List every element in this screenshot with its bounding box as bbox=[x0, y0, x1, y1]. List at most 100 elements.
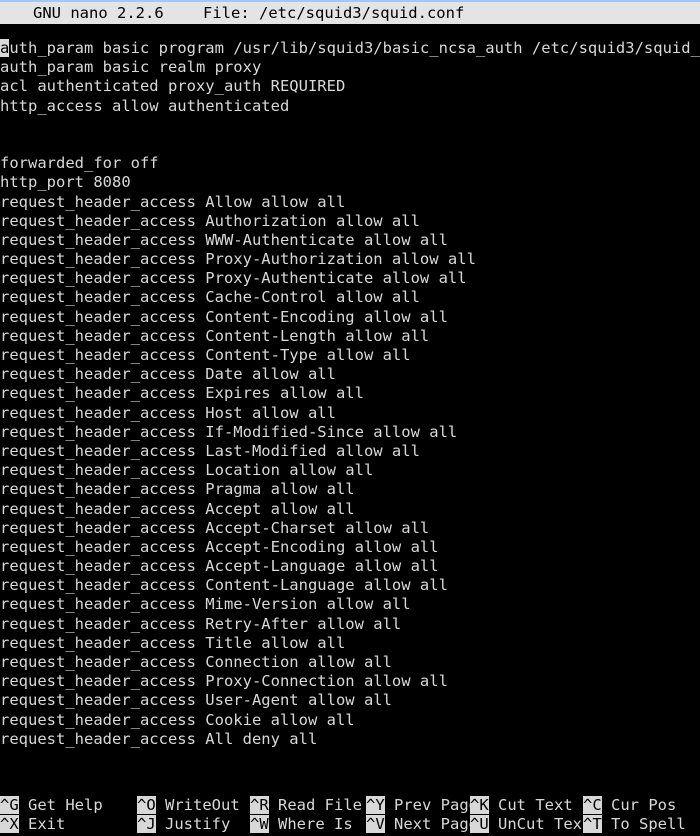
shortcut-key: ^O bbox=[137, 795, 156, 814]
editor-line[interactable]: request_header_access Cache-Control allo… bbox=[0, 288, 700, 307]
editor-line-text: request_header_access User-Agent allow a… bbox=[0, 691, 392, 710]
shortcut-uncut-text[interactable]: ^U UnCut Text bbox=[470, 814, 591, 834]
editor-line[interactable]: request_header_access Proxy-Authorizatio… bbox=[0, 250, 700, 269]
editor-line-text: request_header_access Content-Language a… bbox=[0, 576, 448, 595]
editor-line-text: request_header_access Authorization allo… bbox=[0, 211, 420, 230]
editor-line-text: request_header_access Host allow all bbox=[0, 403, 336, 422]
editor-line[interactable]: auth_param basic program /usr/lib/squid3… bbox=[0, 39, 700, 58]
editor-line-text bbox=[0, 135, 9, 153]
editor-line-text: request_header_access Content-Length all… bbox=[0, 326, 430, 345]
editor-line-text: http_port 8080 bbox=[0, 173, 131, 192]
editor-line-text: request_header_access Proxy-Authorizatio… bbox=[0, 250, 476, 269]
titlebar: GNU nano 2.2.6 File: /etc/squid3/squid.c… bbox=[0, 0, 700, 24]
editor-line-text: acl authenticated proxy_auth REQUIRED bbox=[0, 77, 346, 96]
shortcut-key: ^U bbox=[470, 814, 489, 833]
editor-line[interactable]: request_header_access Connection allow a… bbox=[0, 653, 700, 672]
editor-line-text: request_header_access All deny all bbox=[0, 729, 318, 748]
editor-line[interactable]: request_header_access Content-Encoding a… bbox=[0, 308, 700, 327]
shortcut-key: ^Y bbox=[366, 795, 385, 814]
editor-line-text: request_header_access WWW-Authenticate a… bbox=[0, 230, 448, 249]
shortcut-read-file[interactable]: ^R Read File bbox=[250, 795, 362, 815]
editor-line-text: request_header_access Cookie allow all bbox=[0, 710, 355, 729]
shortcut-next-page[interactable]: ^V Next Page bbox=[366, 814, 478, 834]
editor-line[interactable]: http_port 8080 bbox=[0, 173, 700, 192]
editor-line-text bbox=[0, 116, 9, 134]
editor-line[interactable]: request_header_access Pragma allow all bbox=[0, 480, 700, 499]
shortcut-prev-page[interactable]: ^Y Prev Page bbox=[366, 795, 478, 815]
editor-line[interactable]: request_header_access Accept allow all bbox=[0, 500, 700, 519]
editor-line[interactable]: request_header_access If-Modified-Since … bbox=[0, 423, 700, 442]
editor-line-text: request_header_access Date allow all bbox=[0, 365, 336, 384]
editor-line[interactable]: request_header_access Content-Length all… bbox=[0, 327, 700, 346]
shortcut-key: ^W bbox=[250, 814, 269, 833]
shortcut-key: ^K bbox=[470, 795, 489, 814]
shortcut-to-spell[interactable]: ^T To Spell bbox=[583, 814, 686, 834]
editor-line[interactable]: request_header_access Accept-Language al… bbox=[0, 557, 700, 576]
editor-line[interactable]: forwarded_for off bbox=[0, 154, 700, 173]
editor-line[interactable]: request_header_access Title allow all bbox=[0, 634, 700, 653]
editor-line[interactable]: request_header_access Last-Modified allo… bbox=[0, 442, 700, 461]
editor-line[interactable]: request_header_access WWW-Authenticate a… bbox=[0, 231, 700, 250]
editor-text-area[interactable]: auth_param basic program /usr/lib/squid3… bbox=[0, 24, 700, 796]
shortcut-key: ^R bbox=[250, 795, 269, 814]
shortcut-label: Read File bbox=[268, 795, 362, 814]
editor-line[interactable]: request_header_access Content-Type allow… bbox=[0, 346, 700, 365]
editor-line[interactable]: request_header_access Authorization allo… bbox=[0, 212, 700, 231]
editor-line-text: request_header_access Accept allow all bbox=[0, 499, 355, 518]
shortcut-label: Justify bbox=[155, 814, 231, 833]
shortcut-justify[interactable]: ^J Justify bbox=[137, 814, 231, 834]
editor-line[interactable]: request_header_access All deny all bbox=[0, 730, 700, 749]
editor-line[interactable]: request_header_access Allow allow all bbox=[0, 193, 700, 212]
editor-line[interactable]: request_header_access Cookie allow all bbox=[0, 711, 700, 730]
shortcut-label: Next Page bbox=[384, 814, 478, 833]
editor-line[interactable]: request_header_access Proxy-Authenticate… bbox=[0, 269, 700, 288]
editor-line[interactable]: acl authenticated proxy_auth REQUIRED bbox=[0, 77, 700, 96]
editor-line[interactable]: request_header_access Expires allow all bbox=[0, 384, 700, 403]
shortcut-cur-pos[interactable]: ^C Cur Pos bbox=[583, 795, 677, 815]
editor-line[interactable]: request_header_access Host allow all bbox=[0, 404, 700, 423]
editor-line[interactable]: request_header_access Proxy-Connection a… bbox=[0, 672, 700, 691]
editor-line-text: request_header_access Content-Encoding a… bbox=[0, 307, 448, 326]
shortcut-key: ^C bbox=[583, 795, 602, 814]
nano-editor-window: GNU nano 2.2.6 File: /etc/squid3/squid.c… bbox=[0, 0, 700, 836]
editor-line-text: forwarded_for off bbox=[0, 154, 159, 173]
shortcut-row-2: ^X Exit ^J Justify ^W Where Is ^V Next Page… bbox=[0, 814, 700, 834]
shortcut-label: WriteOut bbox=[155, 795, 240, 814]
shortcut-label: Cur Pos bbox=[601, 795, 677, 814]
shortcut-get-help[interactable]: ^G Get Help bbox=[0, 795, 103, 815]
shortcut-key: ^V bbox=[366, 814, 385, 833]
editor-line[interactable]: request_header_access Location allow all bbox=[0, 461, 700, 480]
editor-line-text: request_header_access Cache-Control allo… bbox=[0, 288, 420, 307]
editor-line-text: request_header_access Connection allow a… bbox=[0, 653, 392, 671]
editor-line-text: request_header_access Expires allow all bbox=[0, 384, 364, 403]
editor-line-text: request_header_access Proxy-Authenticate… bbox=[0, 269, 467, 288]
shortcut-key: ^J bbox=[137, 814, 156, 833]
editor-line[interactable]: request_header_access Mime-Version allow… bbox=[0, 595, 700, 614]
editor-line[interactable] bbox=[0, 116, 700, 135]
editor-line[interactable]: auth_param basic realm proxy bbox=[0, 58, 700, 77]
editor-line[interactable]: request_header_access User-Agent allow a… bbox=[0, 691, 700, 710]
editor-line-text: uth_param basic program /usr/lib/squid3/… bbox=[9, 39, 700, 57]
editor-line[interactable]: request_header_access Accept-Encoding al… bbox=[0, 538, 700, 557]
editor-line[interactable]: request_header_access Retry-After allow … bbox=[0, 615, 700, 634]
shortcut-exit[interactable]: ^X Exit bbox=[0, 814, 65, 834]
editor-line[interactable]: http_access allow authenticated bbox=[0, 97, 700, 116]
editor-line[interactable]: request_header_access Accept-Charset all… bbox=[0, 519, 700, 538]
shortcut-label: Cut Text bbox=[488, 795, 573, 814]
editor-line-text: http_access allow authenticated bbox=[0, 96, 290, 115]
shortcut-key: ^T bbox=[583, 814, 602, 833]
shortcut-writeout[interactable]: ^O WriteOut bbox=[137, 795, 240, 815]
file-path-label: File: /etc/squid3/squid.conf bbox=[203, 4, 465, 22]
editor-line-text: auth_param basic realm proxy bbox=[0, 58, 262, 77]
editor-line[interactable]: request_header_access Date allow all bbox=[0, 365, 700, 384]
editor-line-text: request_header_access Retry-After allow … bbox=[0, 614, 402, 633]
editor-line-text: request_header_access Proxy-Connection a… bbox=[0, 672, 448, 691]
editor-line[interactable] bbox=[0, 135, 700, 154]
shortcut-row-1: ^G Get Help ^O WriteOut ^R Read File ^Y Pre… bbox=[0, 795, 700, 815]
shortcut-cut-text[interactable]: ^K Cut Text bbox=[470, 795, 573, 815]
shortcut-where-is[interactable]: ^W Where Is bbox=[250, 814, 353, 834]
editor-line[interactable]: request_header_access Content-Language a… bbox=[0, 576, 700, 595]
editor-line-text: request_header_access Accept-Charset all… bbox=[0, 518, 430, 537]
editor-line-text: request_header_access Pragma allow all bbox=[0, 480, 355, 499]
shortcut-key: ^G bbox=[0, 795, 19, 814]
